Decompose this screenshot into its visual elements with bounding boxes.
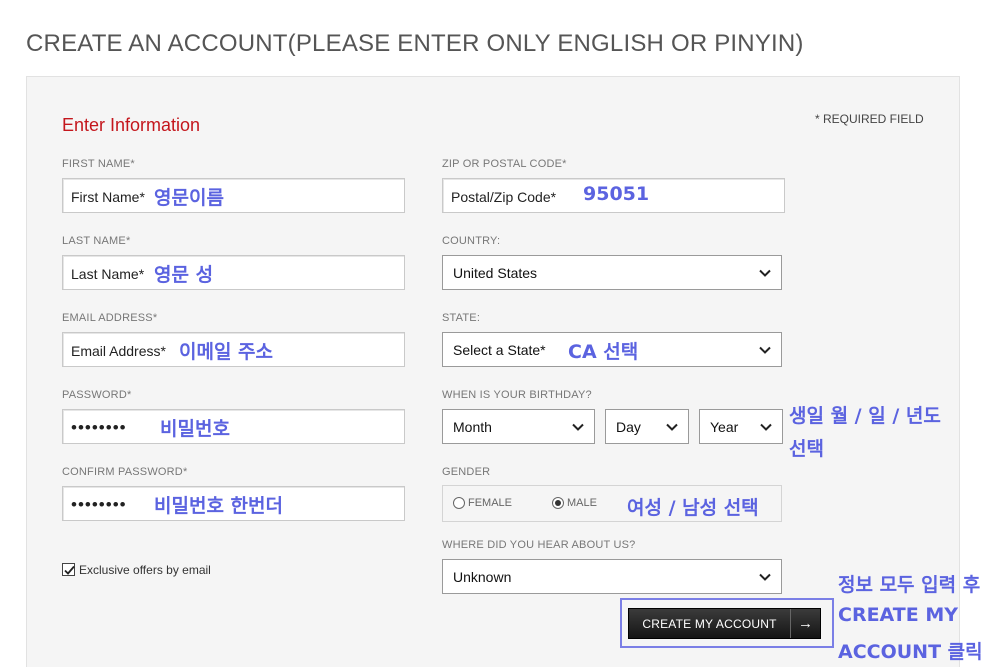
state-value: Select a State* <box>453 342 546 358</box>
birthday-month-value: Month <box>453 419 492 435</box>
birthday-year-value: Year <box>710 419 739 435</box>
last-name-placeholder: Last Name* <box>71 266 145 282</box>
birthday-label: WHEN IS YOUR BIRTHDAY? <box>442 389 592 401</box>
section-title: Enter Information <box>62 115 201 135</box>
country-select[interactable]: United States <box>442 255 782 290</box>
country-label: COUNTRY: <box>442 235 501 247</box>
chevron-down-icon <box>572 423 584 431</box>
hear-about-label: WHERE DID YOU HEAR ABOUT US? <box>442 539 636 551</box>
create-account-button[interactable]: CREATE MY ACCOUNT → <box>628 608 821 639</box>
password-field[interactable]: •••••••• <box>62 409 405 444</box>
offers-label: Exclusive offers by email <box>79 563 211 577</box>
password-annotation: 비밀번호 <box>160 418 230 440</box>
birthday-day-value: Day <box>616 419 641 435</box>
birthday-annotation-line2: 선택 <box>789 438 824 460</box>
chevron-down-icon <box>759 346 771 354</box>
confirm-password-value: •••••••• <box>71 495 127 514</box>
password-label: PASSWORD* <box>62 389 132 401</box>
chevron-down-icon <box>666 423 678 431</box>
checkmark-icon <box>64 565 75 575</box>
page-title: CREATE AN ACCOUNT(PLEASE ENTER ONLY ENGL… <box>26 30 804 57</box>
zip-label: ZIP OR POSTAL CODE* <box>442 158 567 170</box>
country-value: United States <box>453 265 538 281</box>
chevron-down-icon <box>760 423 772 431</box>
zip-annotation: 95051 <box>583 183 650 205</box>
submit-annotation-line2: CREATE MY <box>838 604 959 626</box>
gender-female-label: FEMALE <box>468 497 513 509</box>
arrow-right-icon: → <box>790 609 820 638</box>
gender-label: GENDER <box>442 466 491 478</box>
state-annotation: CA 선택 <box>568 341 639 363</box>
first-name-field[interactable]: First Name* <box>62 178 405 213</box>
chevron-down-icon <box>759 269 771 277</box>
birthday-day-select[interactable]: Day <box>605 409 689 444</box>
gender-female-radio[interactable] <box>453 497 465 509</box>
gender-male-radio[interactable] <box>552 497 564 509</box>
last-name-field[interactable]: Last Name* <box>62 255 405 290</box>
hear-about-value: Unknown <box>453 569 512 585</box>
password-value: •••••••• <box>71 418 127 437</box>
zip-placeholder: Postal/Zip Code* <box>451 189 557 205</box>
email-label: EMAIL ADDRESS* <box>62 312 158 324</box>
state-label: STATE: <box>442 312 481 324</box>
required-note: * REQUIRED FIELD <box>815 112 924 126</box>
create-account-label: CREATE MY ACCOUNT <box>642 616 777 631</box>
submit-annotation-line3: ACCOUNT 클릭 <box>838 641 983 663</box>
gender-annotation: 여성 / 남성 선택 <box>627 497 759 519</box>
last-name-annotation: 영문 성 <box>154 264 214 286</box>
confirm-password-annotation: 비밀번호 한번더 <box>154 495 283 517</box>
gender-male-label: MALE <box>567 497 597 509</box>
first-name-placeholder: First Name* <box>71 189 145 205</box>
email-placeholder: Email Address* <box>71 343 166 359</box>
first-name-label: FIRST NAME* <box>62 158 135 170</box>
offers-checkbox[interactable] <box>62 563 75 576</box>
birthday-year-select[interactable]: Year <box>699 409 783 444</box>
chevron-down-icon <box>759 573 771 581</box>
hear-about-select[interactable]: Unknown <box>442 559 782 594</box>
birthday-annotation-line1: 생일 월 / 일 / 년도 <box>789 405 941 427</box>
birthday-month-select[interactable]: Month <box>442 409 595 444</box>
last-name-label: LAST NAME* <box>62 235 131 247</box>
email-annotation: 이메일 주소 <box>179 341 274 363</box>
submit-annotation-line1: 정보 모두 입력 후 <box>838 574 981 596</box>
first-name-annotation: 영문이름 <box>154 187 224 209</box>
confirm-password-label: CONFIRM PASSWORD* <box>62 466 188 478</box>
